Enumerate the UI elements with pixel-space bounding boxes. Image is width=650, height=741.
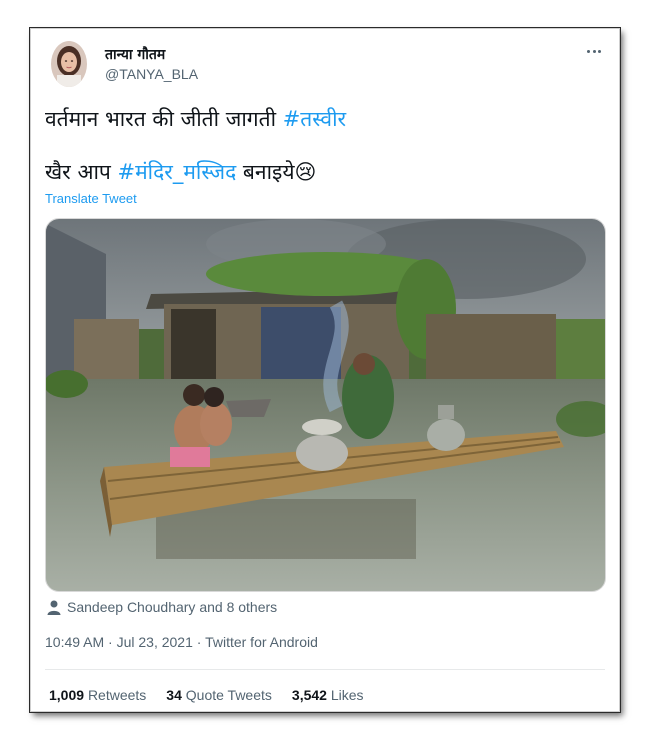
crying-face-icon: 😢 (294, 160, 317, 184)
tagged-users[interactable]: Sandeep Choudhary and 8 others (47, 599, 277, 615)
tweet-stats: 1,009 Retweets 34 Quote Tweets 3,542 Lik… (49, 687, 364, 703)
retweets-label: Retweets (87, 687, 147, 703)
tweet-timestamp[interactable]: 10:49 AM · Jul 23, 2021 · Twitter for An… (45, 634, 318, 650)
user-handle[interactable]: @TANYA_BLA (105, 66, 198, 82)
tweet-text-line-2: खैर आप #मंदिर_मस्जिद बनाइये😢 (45, 158, 316, 186)
tweet-text: बनाइये (236, 160, 295, 184)
tagged-users-label: Sandeep Choudhary and 8 others (67, 599, 278, 615)
tweet-card: तान्या गौतम @TANYA_BLA वर्तमान भारत की ज… (30, 28, 620, 712)
tweet-text-line-1: वर्तमान भारत की जीती जागती #तस्वीर (45, 105, 346, 133)
tweet-text: खैर आप (45, 160, 118, 184)
hashtag-link[interactable]: #मंदिर_मस्जिद (118, 160, 237, 184)
person-icon (47, 600, 61, 615)
display-name[interactable]: तान्या गौतम (105, 45, 165, 64)
translate-tweet-link[interactable]: Translate Tweet (45, 191, 137, 206)
quote-tweets-count: 34 (166, 687, 182, 703)
tweet-photo[interactable] (45, 218, 606, 592)
retweets-count: 1,009 (49, 687, 85, 703)
likes-count: 3,542 (291, 687, 327, 703)
quote-tweets-label: Quote Tweets (185, 687, 272, 703)
more-horizontal-icon[interactable] (583, 43, 605, 59)
likes-stat[interactable]: 3,542 Likes (292, 687, 364, 703)
avatar[interactable] (51, 41, 87, 87)
divider (45, 669, 605, 670)
quote-tweets-stat[interactable]: 34 Quote Tweets (166, 687, 272, 703)
likes-label: Likes (330, 687, 364, 703)
hashtag-link[interactable]: #तस्वीर (283, 107, 346, 131)
tweet-text: वर्तमान भारत की जीती जागती (45, 107, 283, 131)
retweets-stat[interactable]: 1,009 Retweets (49, 687, 146, 703)
